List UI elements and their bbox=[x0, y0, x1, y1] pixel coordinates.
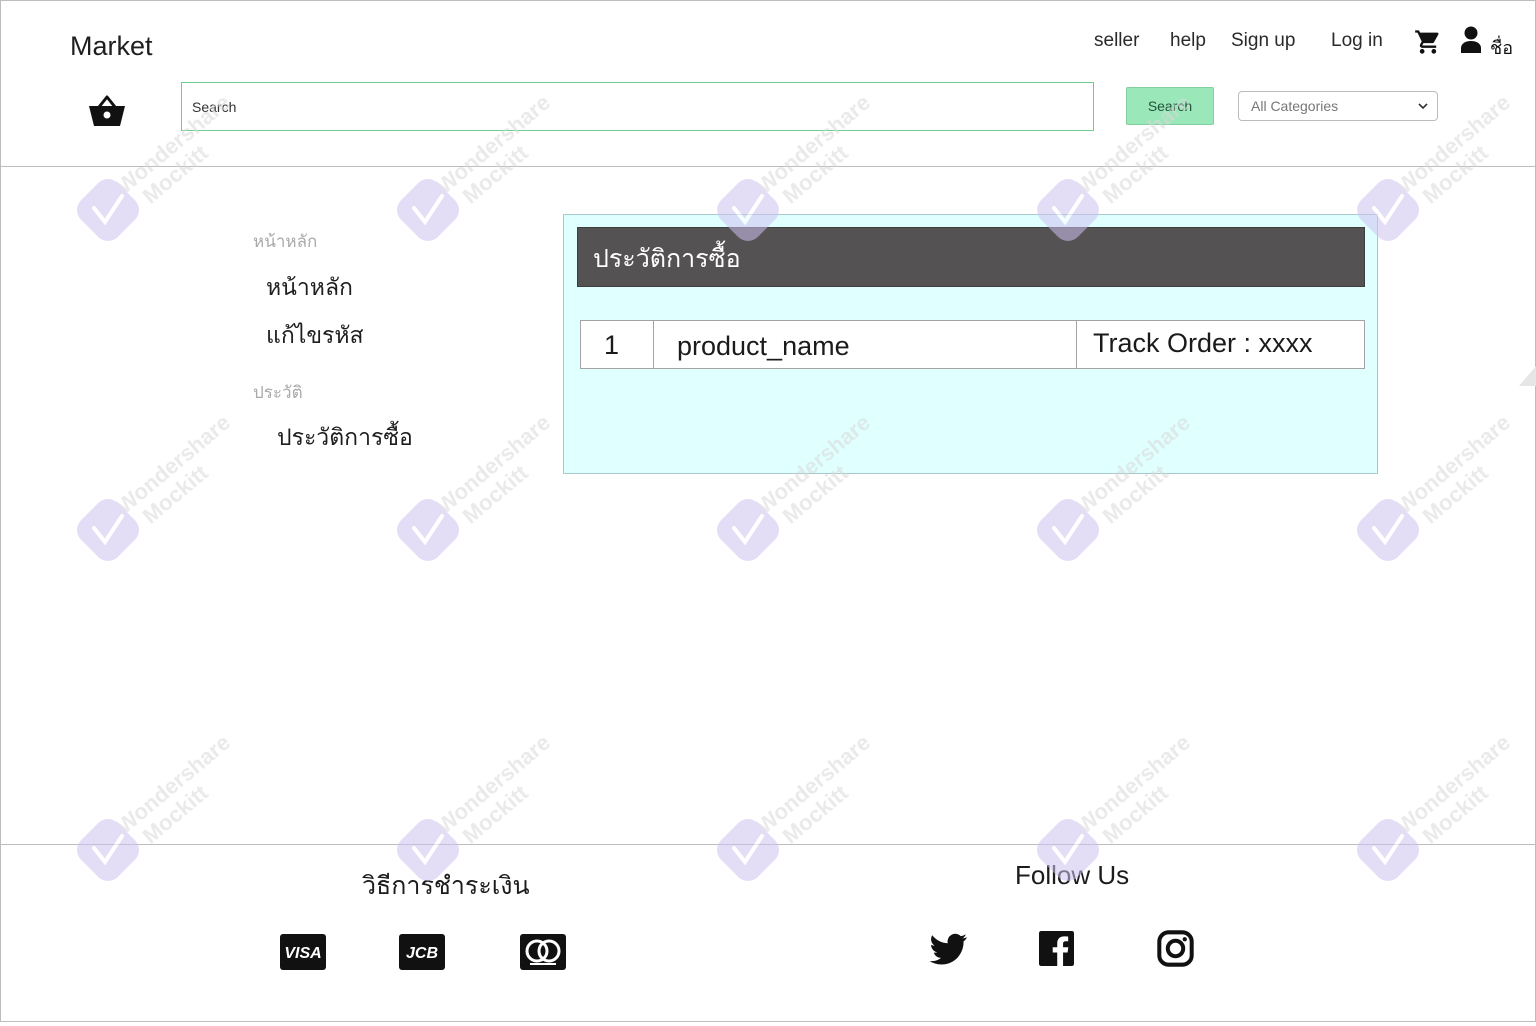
follow-us-title: Follow Us bbox=[1015, 860, 1130, 890]
nav-help-link[interactable]: help bbox=[1170, 30, 1206, 52]
order-product-cell[interactable]: product_name bbox=[653, 320, 1077, 369]
sidebar-item-home[interactable]: หน้าหลัก bbox=[266, 270, 353, 306]
order-track-cell[interactable]: Track Order : xxxx bbox=[1076, 320, 1365, 369]
page-frame bbox=[0, 0, 1536, 1022]
cart-icon[interactable] bbox=[1413, 28, 1443, 56]
mastercard-icon bbox=[520, 934, 566, 970]
chevron-down-icon bbox=[1418, 103, 1428, 110]
corner-triangle bbox=[1519, 366, 1536, 386]
user-icon[interactable] bbox=[1460, 26, 1482, 54]
search-input[interactable] bbox=[181, 82, 1094, 131]
panel-title: ประวัติการซื้อ bbox=[577, 227, 1365, 287]
sidebar-item-change-password[interactable]: แก้ไขรหัส bbox=[266, 318, 364, 354]
visa-icon: VISA bbox=[280, 934, 326, 970]
search-button[interactable]: Search bbox=[1126, 87, 1214, 125]
sidebar-section-main: หน้าหลัก bbox=[253, 232, 318, 252]
jcb-icon: JCB bbox=[399, 934, 445, 970]
footer-divider bbox=[1, 844, 1535, 845]
basket-icon bbox=[89, 95, 125, 126]
brand-logo-text[interactable]: Market bbox=[70, 31, 153, 62]
twitter-icon[interactable] bbox=[927, 930, 970, 968]
svg-text:JCB: JCB bbox=[406, 945, 438, 962]
category-select[interactable]: All Categories bbox=[1238, 91, 1438, 121]
order-index-cell: 1 bbox=[580, 320, 654, 369]
sidebar-item-purchase-history[interactable]: ประวัติการซื้อ bbox=[277, 420, 413, 456]
instagram-icon[interactable] bbox=[1157, 930, 1194, 967]
nav-login-link[interactable]: Log in bbox=[1331, 30, 1383, 52]
payment-methods-title: วิธีการชำระเงิน bbox=[362, 871, 530, 900]
user-name[interactable]: ชื่อ bbox=[1490, 33, 1513, 62]
header-divider bbox=[1, 166, 1535, 167]
nav-signup-link[interactable]: Sign up bbox=[1231, 30, 1295, 52]
category-select-value: All Categories bbox=[1251, 98, 1339, 114]
svg-text:VISA: VISA bbox=[284, 945, 321, 962]
nav-seller-link[interactable]: seller bbox=[1094, 30, 1139, 52]
facebook-icon[interactable] bbox=[1039, 931, 1074, 966]
purchase-history-panel: ประวัติการซื้อ 1 product_name Track Orde… bbox=[563, 214, 1378, 474]
sidebar-section-history: ประวัติ bbox=[253, 383, 303, 403]
